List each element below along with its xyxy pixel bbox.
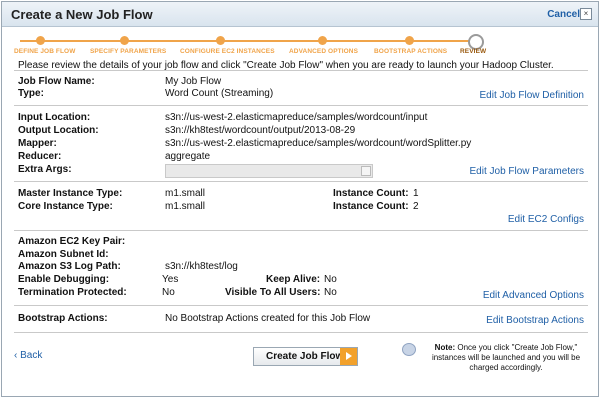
field-resize-icon	[361, 166, 371, 176]
type-label: Type:	[18, 88, 44, 99]
step-dot-advanced	[318, 36, 327, 45]
visible-to-all-users-label: Visible To All Users:	[225, 287, 321, 298]
key-pair-label: Amazon EC2 Key Pair:	[18, 236, 126, 247]
keep-alive-value: No	[324, 274, 337, 285]
reducer-value: aggregate	[165, 151, 211, 162]
dialog-title: Create a New Job Flow	[11, 7, 153, 22]
core-instance-type-value: m1.small	[165, 201, 206, 212]
keep-alive-label: Keep Alive:	[266, 274, 321, 285]
s3-log-path-value: s3n://kh8test/log	[165, 261, 238, 272]
output-location-value: s3n://kh8test/wordcount/output/2013-08-2…	[165, 125, 356, 136]
core-instance-count-label: Instance Count:	[333, 201, 409, 212]
termination-protected-value: No	[162, 287, 175, 298]
master-instance-type-label: Master Instance Type:	[18, 188, 123, 199]
input-location-label: Input Location:	[18, 112, 91, 123]
back-link[interactable]: ‹ Back	[14, 350, 42, 361]
type-value: Word Count (Streaming)	[165, 88, 274, 99]
launch-note: Note: Once you click "Create Job Flow," …	[422, 343, 590, 373]
core-instance-type-label: Core Instance Type:	[18, 201, 113, 212]
step-advanced: ADVANCED OPTIONS	[289, 48, 359, 55]
s3-log-path-label: Amazon S3 Log Path:	[18, 261, 121, 272]
step-parameters: SPECIFY PARAMETERS	[90, 48, 167, 55]
note-text: Once you click "Create Job Flow," instan…	[431, 343, 581, 372]
wizard-steps: DEFINE JOB FLOW SPECIFY PARAMETERS CONFI…	[2, 28, 598, 58]
cancel-link[interactable]: Cancel	[547, 9, 580, 20]
visible-to-all-users-value: No	[324, 287, 337, 298]
enable-debugging-label: Enable Debugging:	[18, 274, 110, 285]
divider	[14, 332, 588, 333]
reducer-label: Reducer:	[18, 151, 62, 162]
extra-args-label: Extra Args:	[18, 164, 72, 175]
step-review: REVIEW	[460, 48, 487, 55]
mapper-label: Mapper:	[18, 138, 57, 149]
play-arrow-icon	[340, 348, 357, 365]
divider	[14, 230, 588, 231]
master-instance-count-label: Instance Count:	[333, 188, 409, 199]
step-dot-parameters	[120, 36, 129, 45]
output-location-label: Output Location:	[18, 125, 99, 136]
step-ec2: CONFIGURE EC2 INSTANCES	[180, 48, 275, 55]
enable-debugging-value: Yes	[162, 274, 179, 285]
create-job-flow-button[interactable]: Create Job Flow	[253, 347, 358, 366]
job-flow-name-label: Job Flow Name:	[18, 76, 95, 87]
divider	[14, 70, 588, 71]
bootstrap-actions-value: No Bootstrap Actions created for this Jo…	[165, 313, 371, 324]
mapper-value: s3n://us-west-2.elasticmapreduce/samples…	[165, 138, 472, 149]
divider	[14, 305, 588, 306]
step-bootstrap: BOOTSTRAP ACTIONS	[374, 48, 448, 55]
input-location-value: s3n://us-west-2.elasticmapreduce/samples…	[165, 112, 428, 123]
edit-job-flow-parameters-link[interactable]: Edit Job Flow Parameters	[470, 166, 585, 177]
note-label: Note:	[434, 343, 456, 352]
job-flow-name-value: My Job Flow	[165, 76, 222, 87]
termination-protected-label: Termination Protected:	[18, 287, 127, 298]
dialog-titlebar: Create a New Job Flow Cancel ×	[2, 2, 598, 27]
extra-args-field	[165, 164, 373, 178]
subnet-id-label: Amazon Subnet Id:	[18, 249, 109, 260]
step-dot-define	[36, 36, 45, 45]
divider	[14, 105, 588, 106]
edit-job-flow-definition-link[interactable]: Edit Job Flow Definition	[480, 90, 585, 101]
create-job-flow-dialog: Create a New Job Flow Cancel × DEFINE JO…	[1, 1, 599, 397]
edit-advanced-options-link[interactable]: Edit Advanced Options	[483, 290, 584, 301]
step-dot-bootstrap	[405, 36, 414, 45]
step-define: DEFINE JOB FLOW	[14, 48, 76, 55]
bootstrap-actions-label: Bootstrap Actions:	[18, 313, 108, 324]
edit-ec2-configs-link[interactable]: Edit EC2 Configs	[508, 214, 584, 225]
close-icon[interactable]: ×	[580, 8, 592, 20]
divider	[14, 181, 588, 182]
step-dot-ec2	[216, 36, 225, 45]
master-instance-count-value: 1	[413, 188, 419, 199]
master-instance-type-value: m1.small	[165, 188, 206, 199]
note-bubble-icon	[402, 343, 416, 356]
edit-bootstrap-actions-link[interactable]: Edit Bootstrap Actions	[486, 315, 584, 326]
core-instance-count-value: 2	[413, 201, 419, 212]
create-job-flow-label: Create Job Flow	[266, 351, 344, 362]
